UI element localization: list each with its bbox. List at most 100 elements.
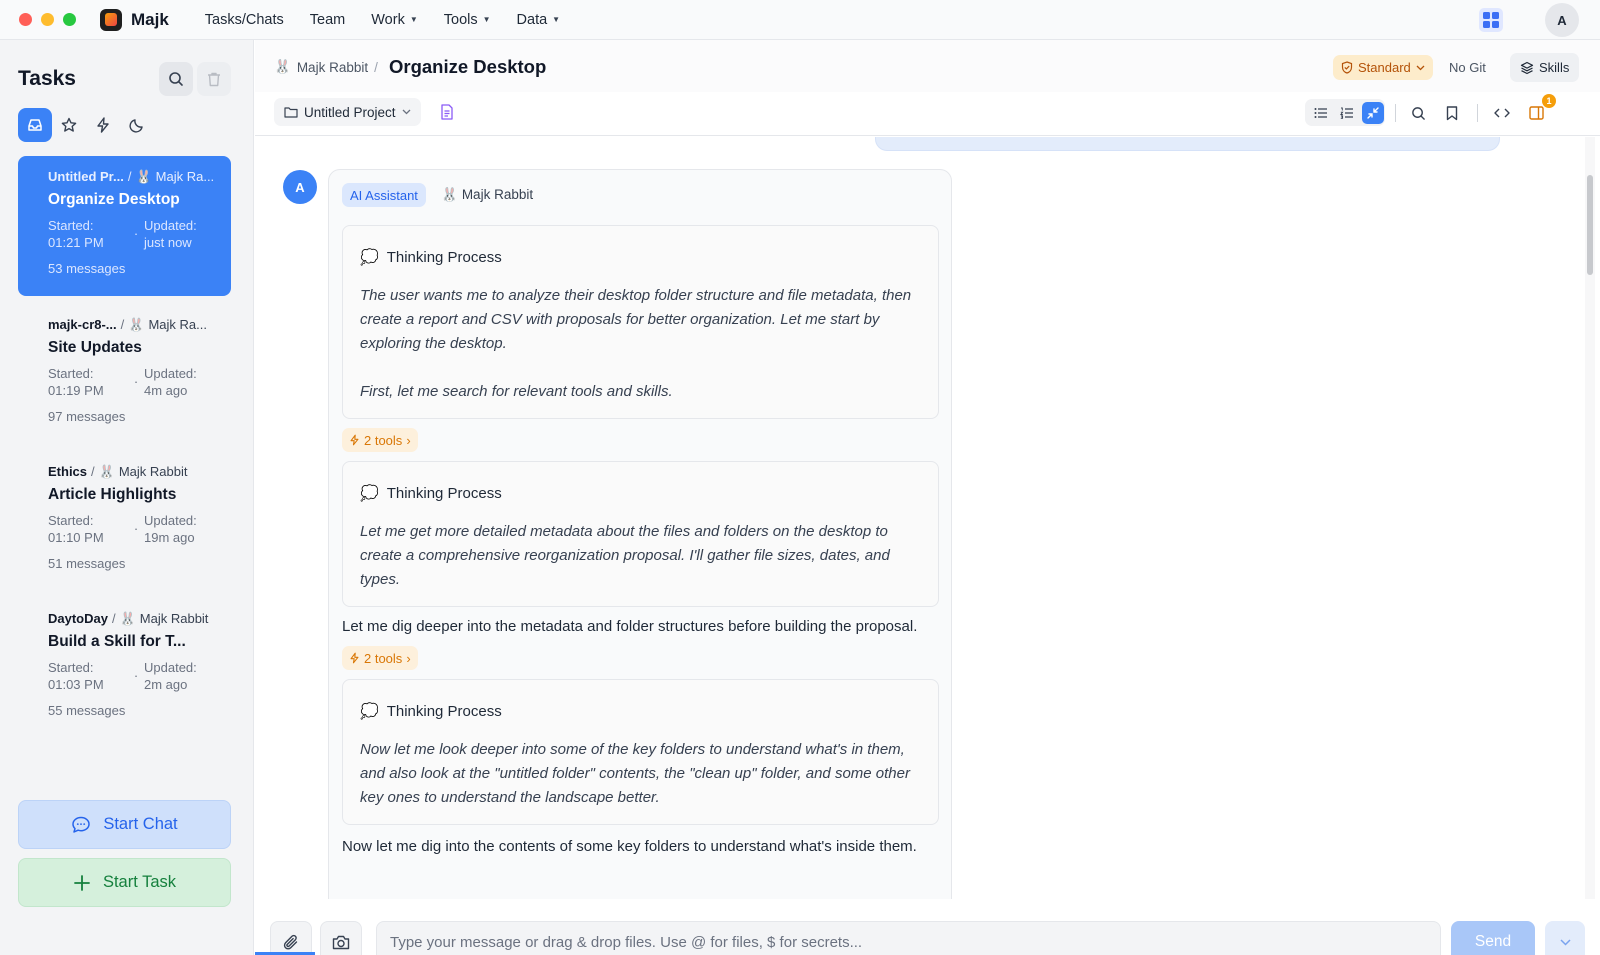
toolbar-divider [1477, 104, 1478, 122]
tools-count: 2 tools [364, 650, 403, 666]
bookmark-icon [1446, 105, 1458, 120]
lightning-icon [97, 117, 109, 133]
document-icon[interactable] [440, 104, 454, 125]
search-tasks-button[interactable] [159, 62, 193, 96]
send-options-button[interactable] [1545, 921, 1585, 955]
thought-bubble-icon: 💭 [360, 703, 379, 720]
apps-grid-icon[interactable] [1479, 8, 1503, 32]
minimize-window-button[interactable] [41, 13, 54, 26]
search-icon [1411, 106, 1425, 120]
task-agent: Majk Rabbit [118, 464, 188, 479]
code-view-button[interactable] [1492, 103, 1512, 123]
message-count: 51 messages [48, 556, 126, 571]
delete-tasks-button[interactable] [197, 62, 231, 96]
task-item[interactable]: Ethics / 🐰 Majk Rabbit Article Highlights S… [18, 451, 231, 591]
trash-icon [208, 72, 220, 86]
assistant-message: AI Assistant 🐰 Majk Rabbit 💭 Thinking Proc… [328, 169, 952, 899]
start-chat-label: Start Chat [103, 815, 178, 833]
thinking-block[interactable]: 💭 Thinking Process Now let me look deeper… [342, 679, 939, 825]
started-time: 01:10 PM [48, 530, 104, 545]
minimize-arrows-icon [1367, 106, 1379, 119]
updated-time: just now [144, 235, 192, 250]
thinking-text: Now let me look deeper into some of the … [360, 741, 910, 806]
rabbit-icon: 🐰 [98, 464, 115, 479]
message-count: 53 messages [48, 261, 126, 276]
compact-view-button[interactable] [1362, 101, 1384, 124]
started-label: Started: [48, 660, 94, 675]
task-breadcrumb: majk-cr8-... / 🐰 Majk Ra... [48, 317, 207, 332]
tools-toggle[interactable]: 2 tools › [342, 428, 418, 452]
started-label: Started: [48, 513, 94, 528]
updated-time: 2m ago [144, 677, 188, 692]
filter-sleeping-button[interactable] [120, 108, 154, 142]
numbered-list-icon [1340, 107, 1353, 119]
assistant-reply-text: Let me dig deeper into the metadata and … [342, 618, 918, 635]
start-task-button[interactable]: Start Task [18, 858, 231, 907]
project-label: Untitled Project [304, 104, 396, 120]
menu-team[interactable]: Team [310, 12, 345, 28]
started-time: 01:19 PM [48, 383, 104, 398]
assistant-avatar: A [283, 170, 317, 204]
attach-file-button[interactable] [270, 921, 312, 955]
maximize-window-button[interactable] [63, 13, 76, 26]
list-view-button[interactable] [1310, 102, 1332, 124]
side-panel-button[interactable] [1526, 103, 1546, 123]
inbox-icon [28, 119, 42, 131]
search-conversation-button[interactable] [1408, 103, 1428, 123]
thinking-block[interactable]: 💭 Thinking Process Let me get more detail… [342, 461, 939, 607]
code-icon [1494, 108, 1510, 118]
tools-toggle[interactable]: 2 tools › [342, 646, 418, 670]
bookmark-button[interactable] [1442, 103, 1462, 123]
task-item[interactable]: DaytoDay / 🐰 Majk Rabbit Build a Skill for … [18, 598, 231, 738]
close-window-button[interactable] [19, 13, 32, 26]
scrollbar-thumb[interactable] [1587, 175, 1593, 275]
mode-selector[interactable]: Standard [1333, 55, 1433, 80]
caret-down-icon: ▼ [552, 15, 561, 24]
task-breadcrumb: Untitled Pr... / 🐰 Majk Ra... [48, 169, 215, 184]
task-project: DaytoDay [48, 611, 108, 626]
caret-down-icon: ▼ [482, 15, 491, 24]
filter-starred-button[interactable] [52, 108, 86, 142]
menu-tasks-chats[interactable]: Tasks/Chats [205, 12, 284, 28]
chevron-right-icon: › [406, 432, 411, 448]
start-chat-button[interactable]: Start Chat [18, 800, 231, 849]
view-mode-group [1305, 99, 1385, 126]
task-project: Untitled Pr... [48, 169, 124, 184]
breadcrumb-agent[interactable]: 🐰 Majk Rabbit / [274, 59, 378, 75]
app-logo-icon [100, 8, 122, 31]
user-avatar[interactable]: A [1545, 3, 1579, 37]
menu-work[interactable]: Work ▼ [371, 12, 418, 28]
project-selector[interactable]: Untitled Project [274, 98, 421, 126]
task-agent: Majk Ra... [148, 317, 207, 332]
main-panel: 🐰 Majk Rabbit / Organize Desktop Standar… [255, 40, 1600, 955]
thinking-block[interactable]: 💭 Thinking Process The user wants me to a… [342, 225, 939, 419]
updated-time: 19m ago [144, 530, 195, 545]
menu-data[interactable]: Data ▼ [517, 12, 561, 28]
git-status[interactable]: No Git [1449, 60, 1486, 75]
send-button[interactable]: Send [1451, 921, 1535, 955]
thinking-text: Let me get more detailed metadata about … [360, 523, 890, 588]
message-composer: Send [255, 899, 1600, 955]
filter-inbox-button[interactable] [18, 108, 52, 142]
window-controls [19, 13, 76, 26]
filter-active-button[interactable] [86, 108, 120, 142]
task-toolbar: Untitled Project 1 [255, 92, 1600, 136]
task-times: Started: 01:19 PM · Updated: 4m ago [48, 366, 197, 398]
skills-button[interactable]: Skills [1510, 53, 1580, 82]
task-item[interactable]: majk-cr8-... / 🐰 Majk Ra... Site Updates St… [18, 304, 231, 444]
main-menu: Tasks/Chats Team Work ▼ Tools ▼ Data ▼ [205, 12, 560, 28]
message-input[interactable] [376, 921, 1441, 955]
numbered-view-button[interactable] [1336, 102, 1358, 124]
sidebar-title: Tasks [18, 67, 76, 90]
rabbit-icon: 🐰 [274, 59, 291, 74]
breadcrumb-separator: / [374, 59, 378, 75]
task-times: Started: 01:21 PM · Updated: just now [48, 218, 197, 250]
screenshot-button[interactable] [320, 921, 362, 955]
menu-tools[interactable]: Tools ▼ [444, 12, 491, 28]
thinking-paragraph: The user wants me to analyze their deskt… [360, 287, 912, 352]
assistant-reply-text: Now let me dig into the contents of some… [342, 838, 917, 855]
task-item[interactable]: Untitled Pr... / 🐰 Majk Ra... Organize Desk… [18, 156, 231, 296]
thought-bubble-icon: 💭 [360, 249, 379, 266]
task-filters [18, 108, 154, 142]
toolbar-divider [1395, 104, 1396, 122]
